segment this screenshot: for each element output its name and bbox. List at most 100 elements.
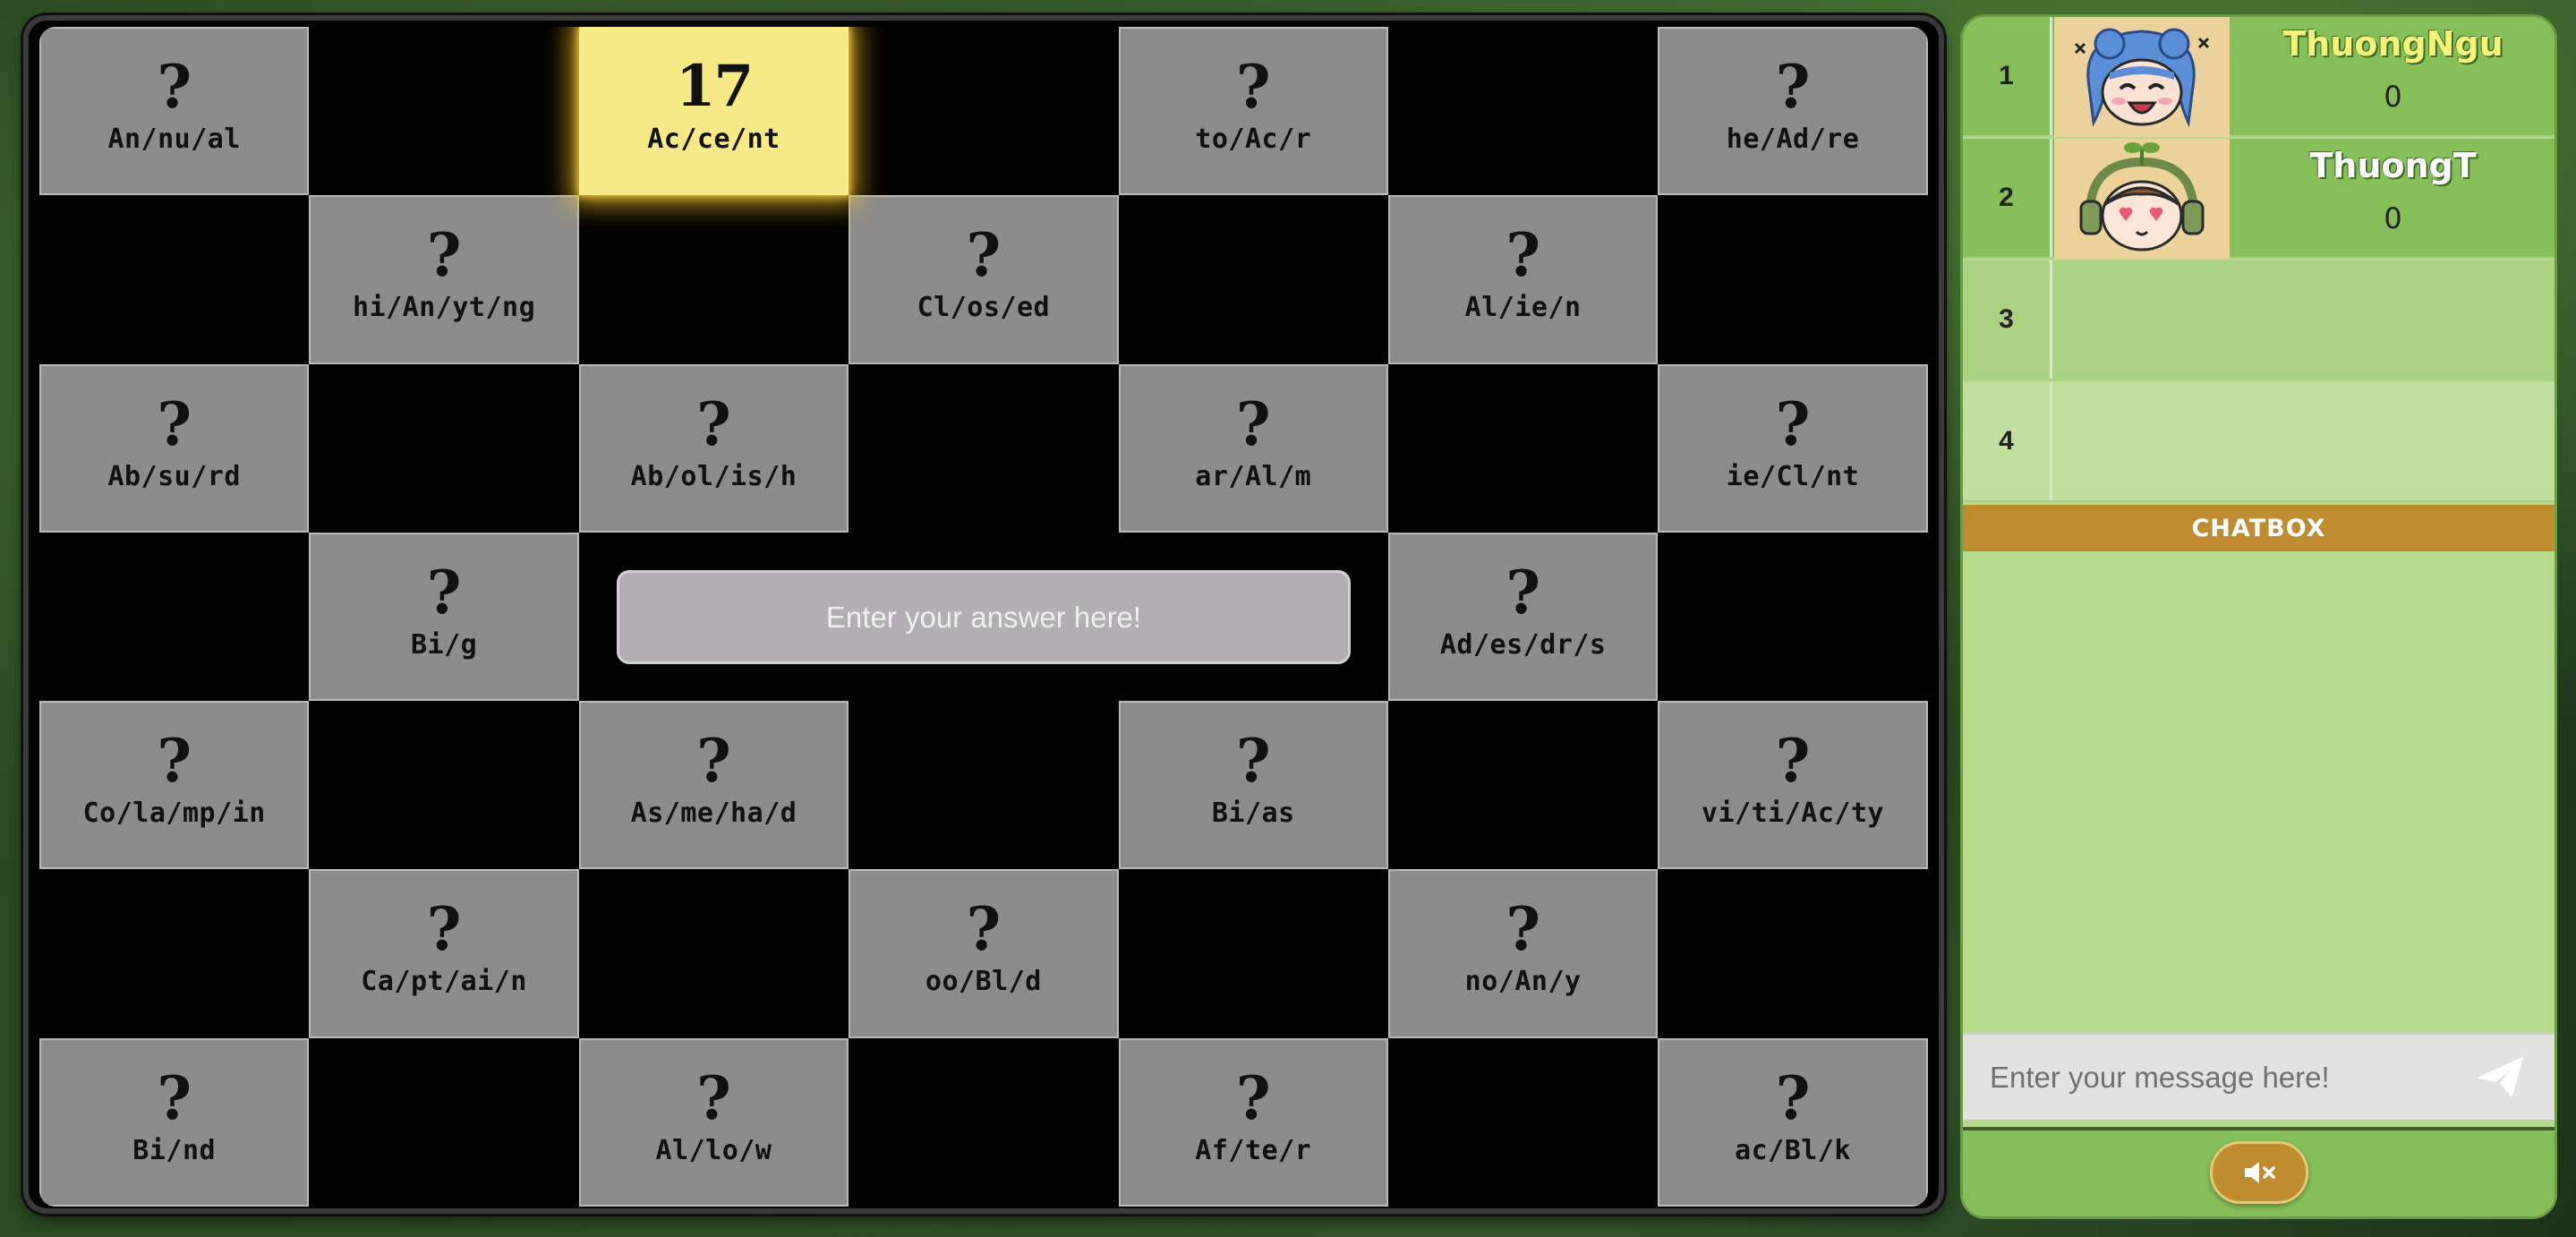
question-mark-icon: ? — [1235, 52, 1271, 122]
tile-word: An/nu/al — [107, 124, 241, 155]
question-mark-icon: ? — [426, 557, 462, 627]
empty-square — [849, 1038, 1118, 1207]
tile-word: he/Ad/re — [1726, 124, 1860, 155]
tile-word: Bi/g — [410, 628, 478, 661]
word-tile[interactable]: ? Ca/pt/ai/n — [309, 869, 579, 1038]
empty-square — [1388, 364, 1658, 533]
empty-square — [579, 195, 849, 363]
question-mark-icon: ? — [1235, 1062, 1271, 1133]
word-tile[interactable]: ? no/An/y — [1387, 869, 1659, 1038]
tile-word: Al/lo/w — [655, 1134, 772, 1166]
player-avatar-sprout-headphone — [2054, 139, 2230, 259]
word-tile[interactable]: ? ie/Cl/nt — [1658, 363, 1928, 533]
chat-input-bar — [1963, 1032, 2555, 1120]
question-mark-icon: ? — [157, 1062, 192, 1133]
word-tile[interactable]: ? Bi/nd — [39, 1037, 310, 1207]
tile-word: Bi/nd — [132, 1134, 217, 1166]
player-score: 0 — [2384, 80, 2402, 114]
word-tile[interactable]: ? ac/Bl/k — [1658, 1037, 1928, 1207]
empty-square — [1658, 869, 1927, 1037]
question-mark-icon: ? — [1506, 220, 1540, 291]
player-name: ThuongT — [2309, 146, 2477, 185]
answer-input[interactable] — [617, 570, 1351, 664]
word-tile[interactable]: ? Al/lo/w — [578, 1037, 849, 1207]
tile-word: Af/te/r — [1195, 1134, 1312, 1166]
chat-messages-area — [1963, 551, 2555, 1035]
question-mark-icon: ? — [696, 726, 731, 797]
player-avatar-blue-hair-girl — [2054, 17, 2230, 137]
question-mark-icon: ? — [1775, 1062, 1811, 1133]
send-icon[interactable] — [2476, 1054, 2526, 1099]
word-tile[interactable]: ? Bi/as — [1118, 701, 1388, 870]
leaderboard-row-1: 1 ThuongNgu 0 — [1963, 17, 2555, 137]
rank-number: 2 — [1963, 139, 2052, 257]
word-tile[interactable]: ? hi/An/yt/ng — [309, 195, 579, 364]
empty-square — [309, 27, 578, 195]
panel-footer — [1963, 1127, 2555, 1216]
question-mark-icon: ? — [157, 52, 192, 122]
question-mark-icon: ? — [696, 388, 731, 459]
empty-square — [1119, 195, 1388, 363]
empty-square — [309, 364, 578, 533]
word-tile[interactable]: ? Ab/su/rd — [39, 363, 310, 533]
tile-word: Ca/pt/ai/n — [361, 966, 527, 998]
word-tile[interactable]: ? Af/te/r — [1118, 1037, 1388, 1207]
empty-square — [849, 701, 1118, 869]
empty-square — [39, 533, 309, 701]
tile-word: Ab/ol/is/h — [630, 460, 798, 492]
tile-word: to/Ac/r — [1195, 124, 1312, 155]
word-tile[interactable]: ? ar/Al/m — [1118, 363, 1388, 533]
question-mark-icon: ? — [1235, 388, 1271, 459]
word-tile[interactable]: ? Cl/os/ed — [849, 195, 1119, 364]
empty-square — [1658, 533, 1927, 701]
question-mark-icon: ? — [966, 894, 1002, 965]
word-tile[interactable]: ? oo/Bl/d — [849, 869, 1119, 1038]
word-tile[interactable]: ? vi/ti/Ac/ty — [1658, 701, 1928, 870]
empty-square — [39, 869, 309, 1037]
tile-word: Co/la/mp/in — [82, 798, 266, 830]
tile-word: Ad/es/dr/s — [1439, 628, 1607, 661]
side-panel: 1 ThuongNgu 0 2 ThuongT 0 3 4 CHATBOX En… — [1960, 14, 2557, 1219]
leaderboard-row-2: 2 ThuongT 0 — [1963, 139, 2555, 259]
word-tile[interactable]: ? Ab/ol/is/h — [578, 363, 849, 533]
question-mark-icon: ? — [1506, 894, 1540, 965]
word-tile[interactable]: ? As/me/ha/d — [578, 701, 849, 870]
question-mark-icon: ? — [966, 220, 1002, 291]
player-name: ThuongNgu — [2282, 24, 2503, 64]
question-mark-icon: ? — [1775, 726, 1811, 797]
tile-word: Al/ie/n — [1464, 292, 1582, 324]
empty-square — [849, 364, 1118, 533]
chatbox-header: CHATBOX — [1963, 505, 2555, 551]
word-tile[interactable]: ? he/Ad/re — [1658, 27, 1928, 196]
question-mark-icon: ? — [1775, 52, 1811, 122]
tile-word: no/An/y — [1464, 966, 1582, 998]
empty-square — [579, 869, 849, 1037]
question-mark-icon: ? — [157, 726, 192, 797]
empty-square — [309, 701, 578, 869]
question-mark-icon: ? — [426, 220, 462, 291]
word-tile[interactable]: ? Ad/es/dr/s — [1387, 532, 1659, 702]
empty-square — [1388, 701, 1658, 869]
word-tile[interactable]: ? to/Ac/r — [1118, 27, 1388, 196]
question-mark-icon: ? — [696, 1062, 731, 1133]
empty-square — [1388, 1038, 1658, 1207]
leaderboard-row-3: 3 — [1963, 260, 2555, 380]
tile-word: ar/Al/m — [1195, 460, 1312, 492]
word-tile[interactable]: ? Al/ie/n — [1387, 195, 1659, 364]
word-tile[interactable]: ? An/nu/al — [39, 27, 310, 196]
word-tile[interactable]: ? Bi/g — [309, 532, 579, 702]
word-tile-active[interactable]: 17 Ac/ce/nt — [578, 27, 849, 196]
leaderboard-row-4: 4 — [1963, 382, 2555, 502]
question-mark-icon: ? — [157, 388, 192, 459]
tile-word: oo/Bl/d — [925, 966, 1042, 998]
tile-number: 17 — [675, 53, 754, 120]
question-mark-icon: ? — [1775, 388, 1811, 459]
question-mark-icon: ? — [426, 894, 462, 965]
empty-square — [309, 1038, 578, 1207]
empty-square — [39, 195, 309, 363]
mute-button[interactable] — [2210, 1141, 2308, 1204]
word-tile[interactable]: ? Co/la/mp/in — [39, 701, 310, 870]
empty-square — [849, 27, 1118, 195]
speaker-muted-icon — [2245, 1162, 2275, 1183]
chat-message-input[interactable] — [1963, 1035, 2464, 1120]
